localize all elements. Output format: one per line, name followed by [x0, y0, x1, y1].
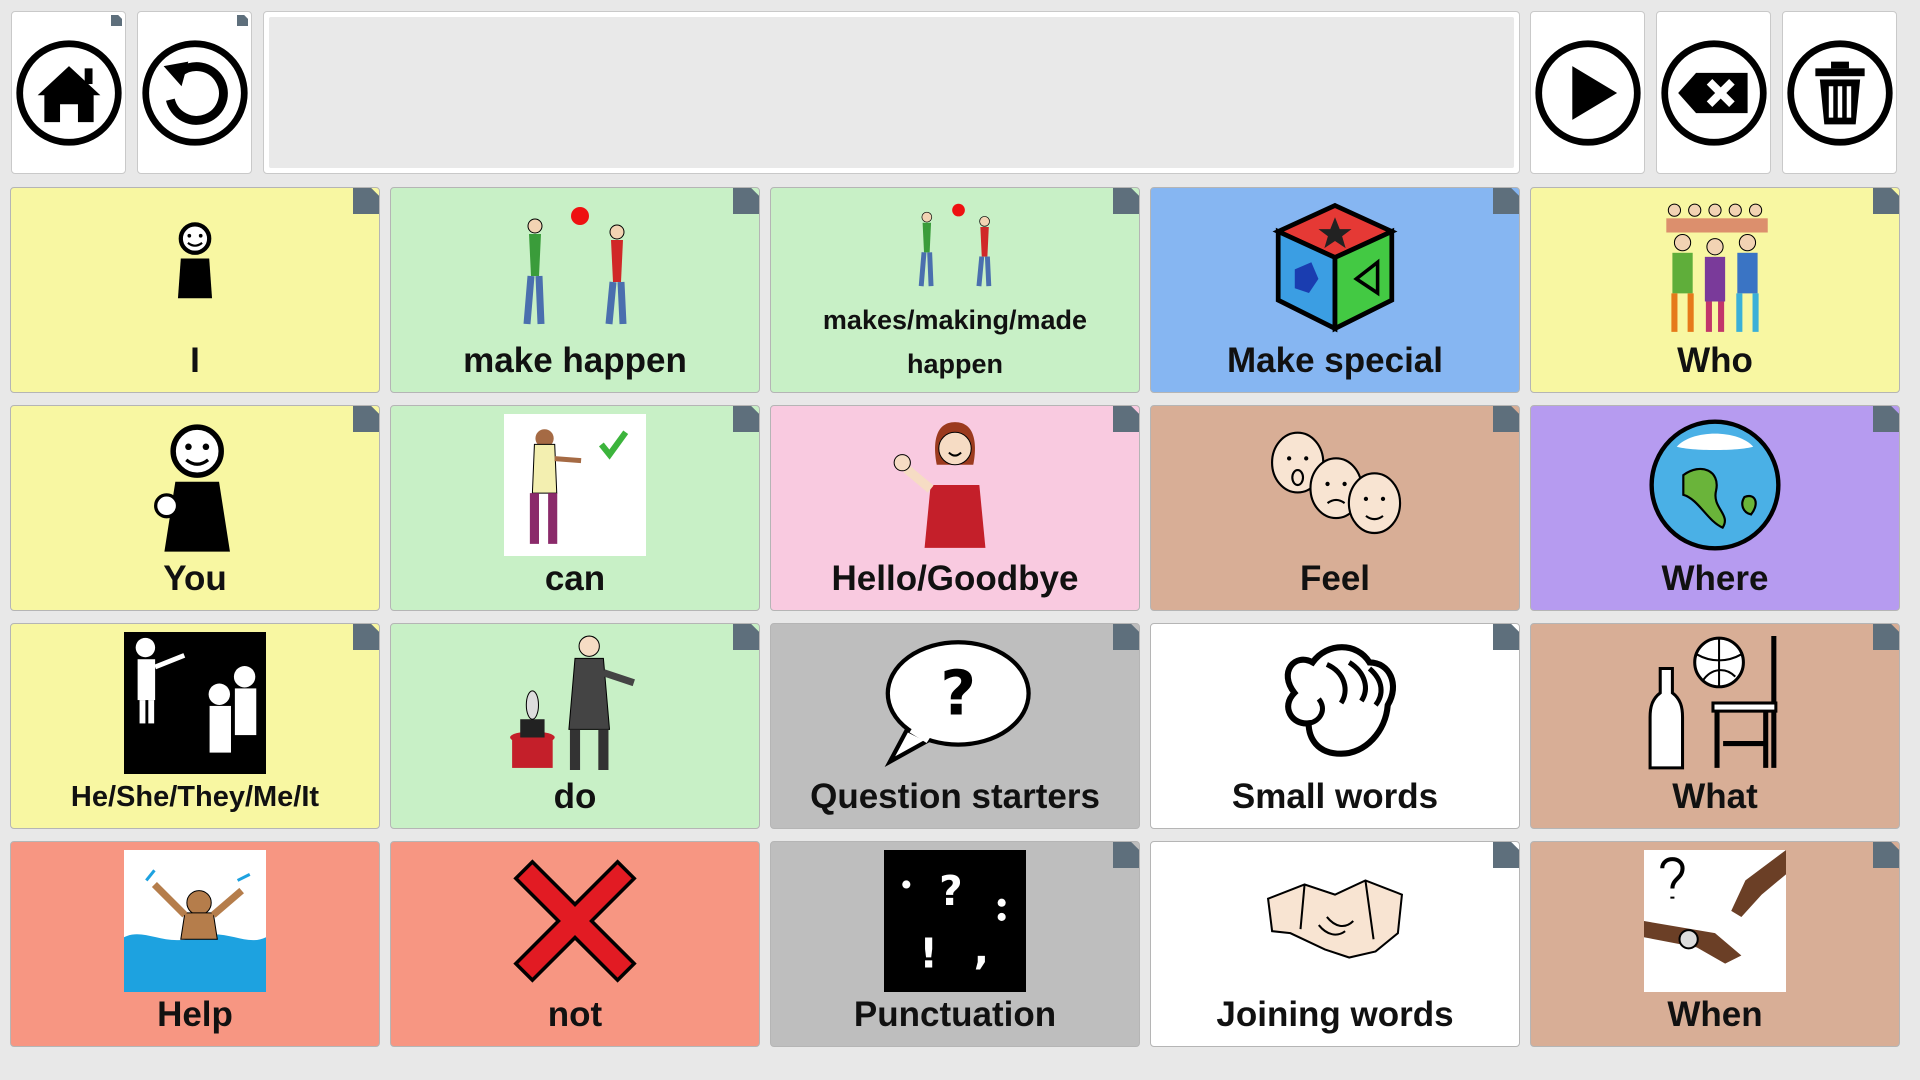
person-pointing-self-icon — [177, 222, 213, 299]
cell-small-words[interactable]: Small words — [1150, 623, 1520, 829]
cell-label: can — [544, 559, 606, 598]
cell-label: You — [163, 559, 227, 598]
folder-corner-icon — [1493, 624, 1519, 650]
pinch-hand-icon — [1284, 644, 1396, 757]
cell-hello-goodbye[interactable]: Hello/Goodbye — [770, 405, 1140, 611]
cell-do[interactable]: do — [390, 623, 760, 829]
cell-not[interactable]: not — [390, 841, 760, 1047]
red-cross-icon — [513, 859, 637, 983]
folder-corner-icon — [1493, 842, 1519, 868]
cell-label: When — [1667, 995, 1763, 1034]
folder-corner-icon — [1493, 406, 1519, 432]
drowning-person-icon — [124, 850, 266, 992]
cell-he-she-they-me-it[interactable]: He/She/They/Me/It — [10, 623, 380, 829]
clear-button[interactable] — [1782, 11, 1897, 174]
svg-text:?: ? — [940, 658, 976, 730]
folder-corner-icon — [1873, 406, 1899, 432]
cell-label: I — [190, 341, 200, 380]
cell-punctuation[interactable]: ? ! , Punctuation — [770, 841, 1140, 1047]
cell-question-starters[interactable]: ? Question starters — [770, 623, 1140, 829]
cell-what[interactable]: What — [1530, 623, 1900, 829]
folder-corner-icon — [111, 15, 122, 26]
svg-text:?: ? — [939, 867, 963, 915]
cell-when[interactable]: When — [1530, 841, 1900, 1047]
trash-icon — [1786, 39, 1893, 146]
cell-label: makes/making/made happen — [822, 305, 1088, 379]
cell-make-happen[interactable]: make happen — [390, 187, 760, 393]
undo-button[interactable] — [137, 11, 252, 174]
shape-cube-icon — [1272, 202, 1398, 333]
wristwatch-icon — [1644, 850, 1786, 992]
folder-corner-icon — [237, 15, 248, 26]
cell-label: Make special — [1227, 341, 1443, 380]
folder-corner-icon — [1873, 188, 1899, 214]
pronoun-people-icon — [124, 632, 266, 774]
magician-icon — [510, 635, 635, 770]
folder-corner-icon — [1113, 188, 1139, 214]
cell-label: He/She/They/Me/It — [70, 781, 320, 813]
person-pointing-you-icon — [154, 424, 230, 552]
folder-corner-icon — [1493, 188, 1519, 214]
undo-icon — [141, 39, 248, 146]
punctuation-marks-icon: ? ! , — [884, 850, 1026, 992]
folder-corner-icon — [733, 624, 759, 650]
girl-waving-icon — [893, 422, 986, 548]
svg-text:!: ! — [919, 930, 938, 978]
cell-label: What — [1672, 777, 1758, 816]
cell-label: Feel — [1299, 559, 1371, 598]
cell-label: Hello/Goodbye — [831, 559, 1079, 598]
folder-corner-icon — [1873, 842, 1899, 868]
cell-label: Joining words — [1216, 995, 1454, 1034]
objects-bottle-ball-chair-icon — [1648, 636, 1778, 770]
cell-who[interactable]: Who — [1530, 187, 1900, 393]
home-icon — [15, 39, 122, 146]
cell-you[interactable]: You — [10, 405, 380, 611]
folder-corner-icon — [733, 188, 759, 214]
folder-corner-icon — [1113, 406, 1139, 432]
cell-label: make happen — [463, 341, 687, 380]
backspace-button[interactable] — [1656, 11, 1771, 174]
faces-emotions-icon — [1271, 431, 1402, 535]
folder-corner-icon — [1113, 842, 1139, 868]
folder-corner-icon — [1873, 624, 1899, 650]
svg-text:,: , — [974, 926, 989, 974]
cell-make-special[interactable]: Make special — [1150, 187, 1520, 393]
folder-corner-icon — [353, 624, 379, 650]
home-button[interactable] — [11, 11, 126, 174]
cell-feel[interactable]: Feel — [1150, 405, 1520, 611]
throwing-ball-icon — [918, 203, 992, 287]
throwing-ball-icon — [523, 207, 627, 325]
cell-label: Question starters — [810, 777, 1100, 816]
cell-joining-words[interactable]: Joining words — [1150, 841, 1520, 1047]
group-of-people-icon — [1666, 203, 1768, 332]
play-icon — [1534, 39, 1641, 146]
cell-help[interactable]: Help — [10, 841, 380, 1047]
cell-where[interactable]: Where — [1530, 405, 1900, 611]
woman-thumbs-up-icon — [504, 414, 646, 556]
cell-i[interactable]: I — [10, 187, 380, 393]
cell-label: do — [553, 777, 597, 816]
cell-label: Punctuation — [853, 995, 1057, 1034]
toolbar — [0, 0, 1920, 180]
folder-corner-icon — [353, 406, 379, 432]
cell-label: Small words — [1231, 777, 1439, 816]
cell-label: Help — [157, 995, 233, 1034]
message-text — [269, 17, 1514, 168]
handshake-icon — [1266, 879, 1404, 959]
cell-label: not — [547, 995, 603, 1034]
question-bubble-icon: ? — [884, 640, 1031, 768]
globe-icon — [1649, 419, 1781, 551]
message-bar[interactable] — [263, 11, 1520, 174]
cell-makes-making-made-happen[interactable]: makes/making/made happen — [770, 187, 1140, 393]
folder-corner-icon — [1113, 624, 1139, 650]
backspace-icon — [1660, 39, 1767, 146]
cell-label: Where — [1661, 559, 1769, 598]
cell-can[interactable]: can — [390, 405, 760, 611]
speak-button[interactable] — [1530, 11, 1645, 174]
folder-corner-icon — [733, 406, 759, 432]
folder-corner-icon — [353, 188, 379, 214]
cell-label: Who — [1677, 341, 1753, 380]
